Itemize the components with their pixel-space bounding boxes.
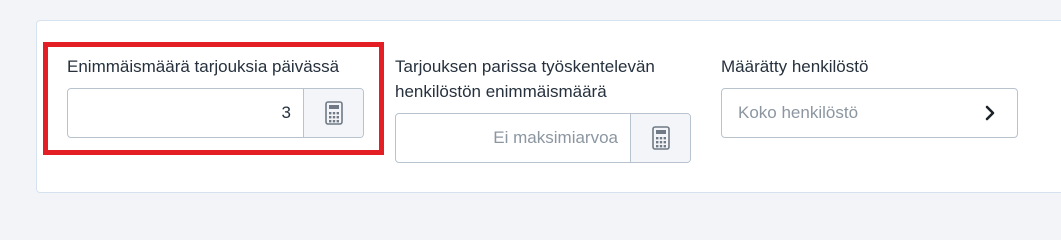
assigned-staff-label: Määrätty henkilöstö bbox=[721, 57, 869, 76]
max-staff-input-group bbox=[395, 113, 691, 163]
assigned-staff-select[interactable]: Koko henkilöstö bbox=[721, 88, 1018, 138]
max-staff-label-line2: henkilöstön enimmäismäärä bbox=[395, 82, 607, 101]
assigned-staff-value: Koko henkilöstö bbox=[738, 103, 859, 122]
chevron-right-icon bbox=[985, 105, 995, 121]
calculator-icon bbox=[651, 126, 670, 150]
max-staff-input[interactable] bbox=[396, 114, 630, 162]
max-staff-label-line1: Tarjouksen parissa työskentelevän bbox=[395, 57, 655, 76]
highlight-box bbox=[43, 42, 384, 155]
max-staff-calculator-button[interactable] bbox=[630, 114, 690, 162]
max-staff-field: Tarjouksen parissa työskentelevän henkil… bbox=[395, 54, 655, 104]
assigned-staff-field: Määrätty henkilöstö bbox=[721, 54, 868, 79]
